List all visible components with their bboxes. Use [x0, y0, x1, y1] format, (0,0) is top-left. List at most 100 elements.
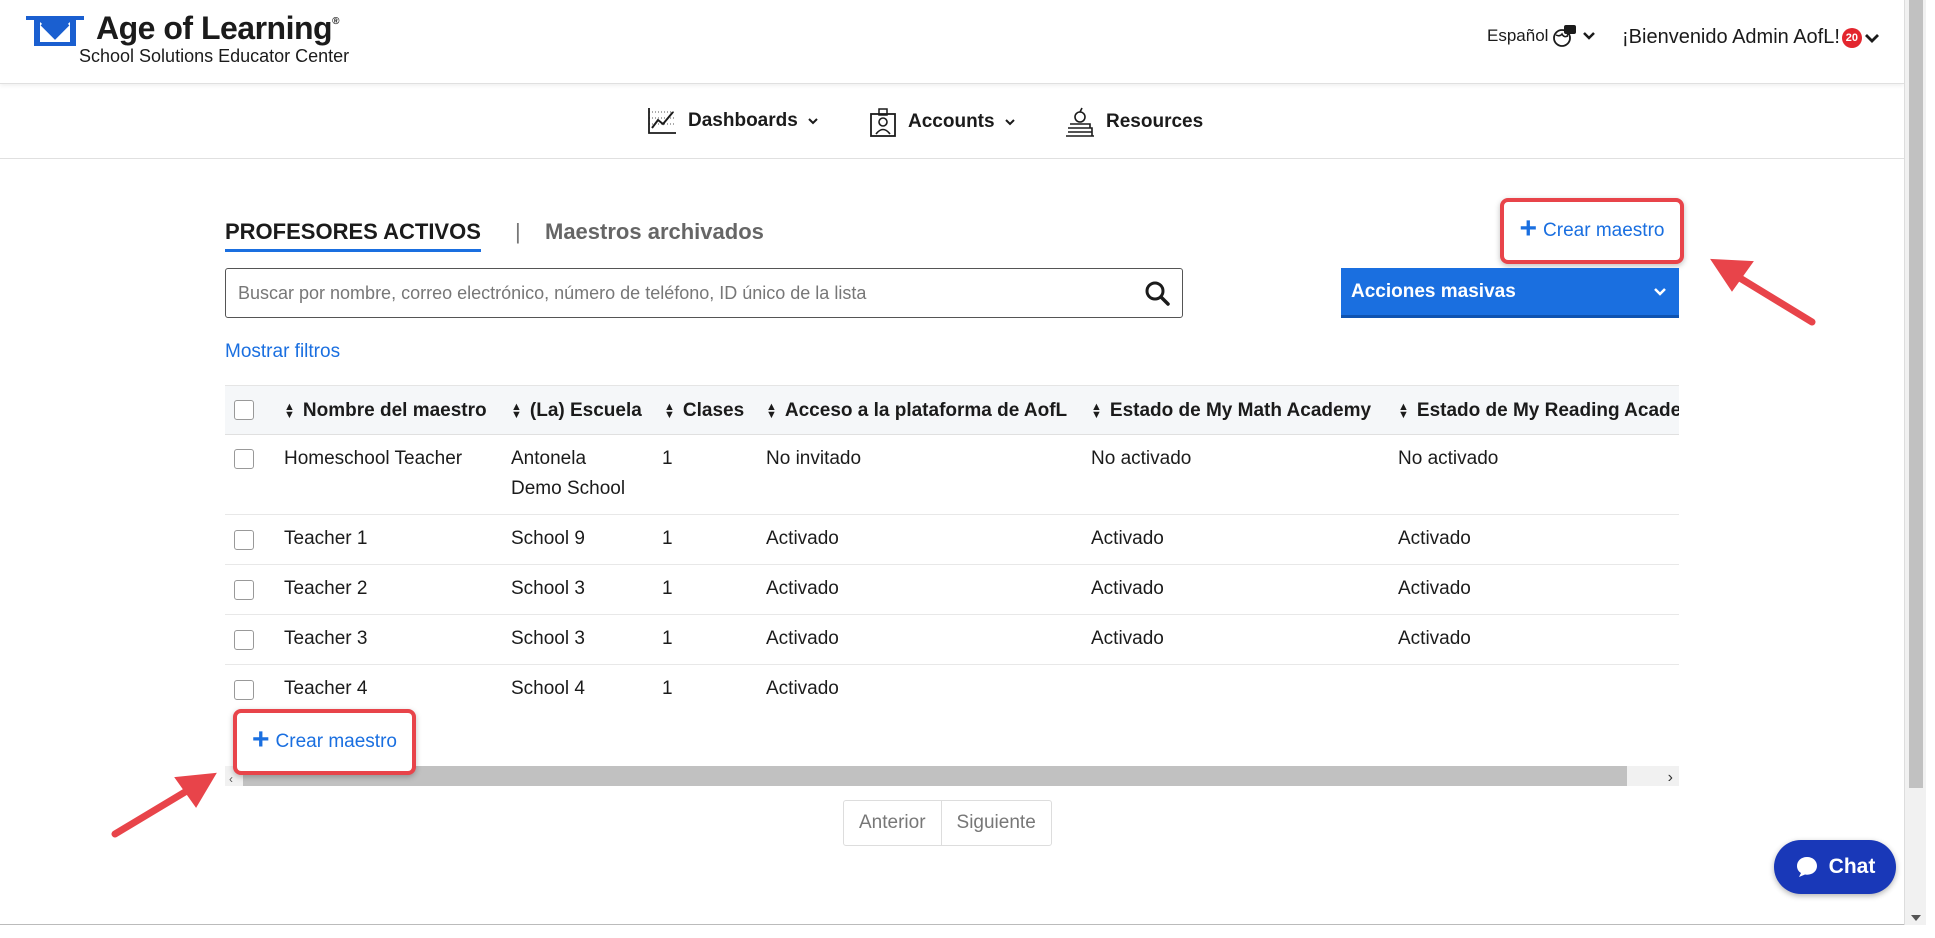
teacher-access: No invitado	[766, 448, 862, 469]
main-nav: Dashboards Accounts Resources	[0, 84, 1904, 159]
teacher-school-line2: Demo School	[511, 478, 626, 499]
chevron-down-icon	[1654, 287, 1666, 296]
teacher-access: Activado	[766, 528, 839, 549]
column-header-access[interactable]: ▲ ▼ Acceso a la plataforma de AofL	[766, 400, 1067, 422]
plus-icon: +	[252, 723, 270, 756]
plus-icon: +	[1519, 212, 1538, 245]
previous-page-button[interactable]: Anterior	[844, 801, 941, 845]
table-row[interactable]: Homeschool Teacher Antonela Demo School …	[225, 435, 1679, 515]
row-checkbox[interactable]	[234, 530, 254, 550]
chart-icon	[648, 108, 676, 134]
chat-label: Chat	[1828, 855, 1876, 878]
teacher-name[interactable]: Teacher 3	[284, 624, 367, 654]
scroll-down-icon[interactable]	[1911, 915, 1921, 921]
teacher-access: Activado	[766, 678, 839, 699]
logo-icon[interactable]	[24, 12, 86, 50]
column-header-name[interactable]: ▲ ▼ Nombre del maestro	[284, 400, 487, 422]
teacher-name[interactable]: Teacher 2	[284, 574, 367, 604]
teacher-school: School 3	[511, 578, 585, 599]
row-checkbox[interactable]	[234, 680, 254, 700]
chat-bubble-icon	[1796, 857, 1817, 877]
select-all-checkbox[interactable]	[234, 400, 254, 420]
pagination: Anterior Siguiente	[843, 800, 1052, 846]
table-row[interactable]: Teacher 1 School 9 1 Activado Activado A…	[225, 515, 1679, 565]
teacher-school: Antonela	[511, 448, 587, 469]
teacher-classes: 1	[662, 578, 673, 599]
nav-item-resources[interactable]: Resources	[1064, 106, 1203, 138]
search-icon[interactable]	[1144, 280, 1170, 306]
brand-title[interactable]: Age of Learning®	[96, 10, 339, 47]
tab-archived-teachers[interactable]: Maestros archivados	[545, 219, 764, 245]
teacher-classes: 1	[662, 528, 673, 549]
teacher-access: Activado	[766, 628, 839, 649]
table-row[interactable]: Teacher 2 School 3 1 Activado Activado A…	[225, 565, 1679, 615]
accounts-icon	[870, 108, 896, 137]
nav-label: Accounts	[908, 111, 995, 132]
bulk-actions-dropdown[interactable]: Acciones masivas	[1341, 268, 1679, 318]
books-icon	[1066, 107, 1094, 137]
nav-label: Resources	[1106, 111, 1204, 132]
create-teacher-button-top[interactable]: + Crear maestro	[1500, 198, 1684, 264]
nav-item-dashboards[interactable]: Dashboards	[646, 106, 818, 136]
teacher-school: School 3	[511, 628, 585, 649]
teacher-name[interactable]: Teacher 4	[284, 674, 367, 704]
row-checkbox[interactable]	[234, 449, 254, 469]
sort-icon: ▲ ▼	[1091, 401, 1102, 421]
chevron-down-icon	[1864, 33, 1879, 43]
chevron-down-icon	[1583, 32, 1596, 40]
sort-icon: ▲ ▼	[284, 401, 295, 421]
column-header-math[interactable]: ▲ ▼ Estado de My Math Academy	[1091, 400, 1371, 422]
teacher-classes: 1	[662, 678, 673, 699]
scroll-left-icon[interactable]: ‹	[229, 772, 233, 786]
teacher-math-status: No activado	[1091, 448, 1192, 469]
welcome-text: ¡Bienvenido Admin AofL!	[1622, 26, 1840, 48]
teacher-classes: 1	[662, 628, 673, 649]
create-teacher-label: Crear maestro	[275, 731, 397, 752]
teacher-access: Activado	[766, 578, 839, 599]
row-checkbox[interactable]	[234, 580, 254, 600]
column-header-reading[interactable]: ▲▼Estado de My Reading Academy	[1398, 400, 1679, 422]
teacher-school: School 4	[511, 678, 585, 699]
table-row[interactable]: Teacher 3 School 3 1 Activado Activado A…	[225, 615, 1679, 665]
teacher-name[interactable]: Homeschool Teacher	[284, 444, 462, 474]
tab-separator: |	[515, 219, 521, 244]
row-checkbox[interactable]	[234, 630, 254, 650]
sort-icon: ▲ ▼	[511, 401, 522, 421]
create-teacher-button-bottom[interactable]: + Crear maestro	[233, 709, 416, 775]
teachers-table: ▲ ▼ Nombre del maestro ▲ ▼ (La) Escuela ▲ ▼ Cl…	[225, 385, 1679, 705]
search-input[interactable]	[238, 282, 1144, 304]
teacher-school: School 9	[511, 528, 585, 549]
tab-active-teachers[interactable]: PROFESORES ACTIVOS	[225, 219, 481, 252]
language-selector[interactable]: Español	[1487, 24, 1596, 48]
notification-badge: 20	[1841, 27, 1862, 48]
page-viewport: Age of Learning® School Solutions Educat…	[0, 0, 1904, 925]
brand-subtitle: School Solutions Educator Center	[79, 46, 350, 66]
language-label: Español	[1487, 26, 1549, 45]
teacher-math-status: Activado	[1091, 578, 1164, 599]
globe-chat-icon	[1553, 25, 1577, 47]
scrollbar-thumb[interactable]	[1909, 0, 1923, 788]
table-row[interactable]: Teacher 4 School 4 1 Activado	[225, 665, 1679, 705]
next-page-button[interactable]: Siguiente	[940, 801, 1051, 845]
scroll-right-icon[interactable]: ›	[1668, 769, 1673, 787]
top-header: Age of Learning® School Solutions Educat…	[0, 0, 1904, 84]
nav-item-accounts[interactable]: Accounts	[868, 106, 1015, 138]
bulk-actions-label: Acciones masivas	[1351, 280, 1516, 302]
column-header-classes[interactable]: ▲ ▼ Clases	[664, 400, 744, 422]
table-header: ▲ ▼ Nombre del maestro ▲ ▼ (La) Escuela ▲ ▼ Cl…	[225, 385, 1679, 435]
column-header-school[interactable]: ▲ ▼ (La) Escuela	[511, 400, 642, 422]
show-filters-link[interactable]: Mostrar filtros	[225, 341, 340, 363]
teacher-name[interactable]: Teacher 1	[284, 524, 367, 554]
create-teacher-label: Crear maestro	[1543, 220, 1665, 241]
user-menu[interactable]: ¡Bienvenido Admin AofL! 20	[1622, 26, 1880, 49]
teacher-classes: 1	[662, 448, 673, 469]
chevron-down-icon	[1004, 119, 1015, 126]
chat-button[interactable]: Chat	[1774, 840, 1896, 894]
chevron-down-icon	[808, 118, 818, 125]
horizontal-scrollbar[interactable]: ‹ ›	[225, 766, 1679, 786]
vertical-scrollbar[interactable]	[1904, 0, 1926, 925]
sort-icon: ▲ ▼	[766, 401, 777, 421]
scrollbar-thumb[interactable]	[243, 766, 1627, 786]
teacher-math-status: Activado	[1091, 528, 1164, 549]
teacher-reading-status: Activado	[1398, 628, 1471, 649]
